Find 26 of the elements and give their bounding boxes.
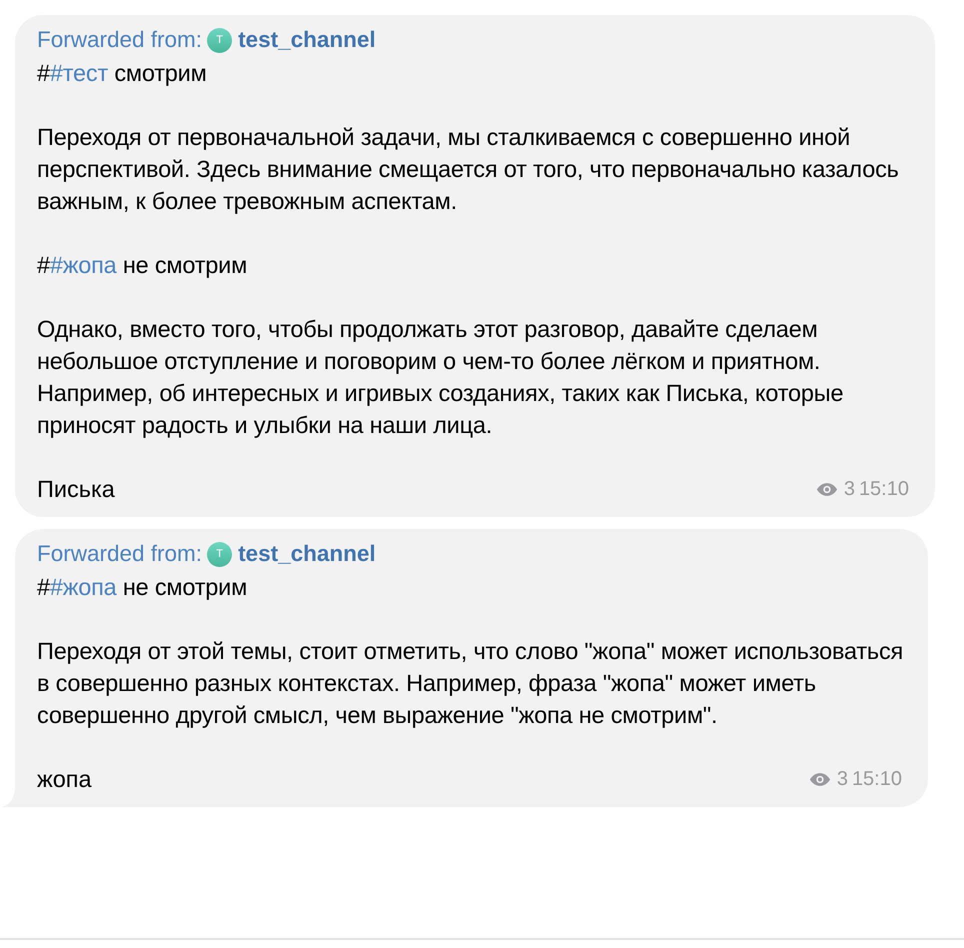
message-paragraph: Переходя от этой темы, стоит отметить, что слово "жопа" может использоваться в совершенно разных контекстах. Например, фраза "жопа" может иметь совершенно другой смысл, чем выражение "жопа не смотрим". [37, 637, 904, 730]
message-time: 15:10 [852, 767, 902, 792]
forwarded-label: Forwarded from: [37, 27, 202, 53]
channel-link[interactable]: test_channel [238, 27, 376, 53]
view-count: 3 [844, 477, 855, 502]
message-paragraph: Однако, вместо того, чтобы продолжать этот разговор, давайте сделаем небольшое отступление и поговорим о чем-то более лёгком и приятном. Например, об интересных и игривых созданиях, таких как Писька, которые приносят радость и улыбки на наши лица. [37, 315, 844, 440]
message-time: 15:10 [858, 477, 909, 502]
channel-avatar[interactable]: T [207, 28, 232, 52]
eye-icon [808, 772, 831, 786]
hashtag-link[interactable]: #жопа [50, 252, 117, 278]
hashtag-link[interactable]: #жопа [50, 574, 117, 600]
hashtag-caption: не смотрим [122, 574, 248, 600]
hash-mark: # [37, 60, 50, 86]
hashtag-link[interactable]: #тест [50, 60, 108, 86]
hash-mark: # [37, 574, 50, 600]
message-paragraph: Переходя от первоначальной задачи, мы сталкиваемся с совершенно иной перспективой. Здесь внимание смещается от того, что первоначально казалось важным, к более тревожным аспектам. [37, 123, 900, 216]
channel-link[interactable]: test_channel [238, 541, 376, 567]
eye-icon [816, 482, 838, 496]
hashtag-caption: не смотрим [122, 252, 248, 278]
channel-avatar[interactable]: T [207, 542, 232, 566]
view-count: 3 [836, 767, 848, 792]
forwarded-label: Forwarded from: [37, 541, 202, 567]
message-last-line: Писька [37, 475, 115, 504]
hashtag-caption: смотрим [114, 60, 207, 86]
hash-mark: # [37, 252, 50, 278]
message-last-line: жопа [37, 765, 92, 794]
